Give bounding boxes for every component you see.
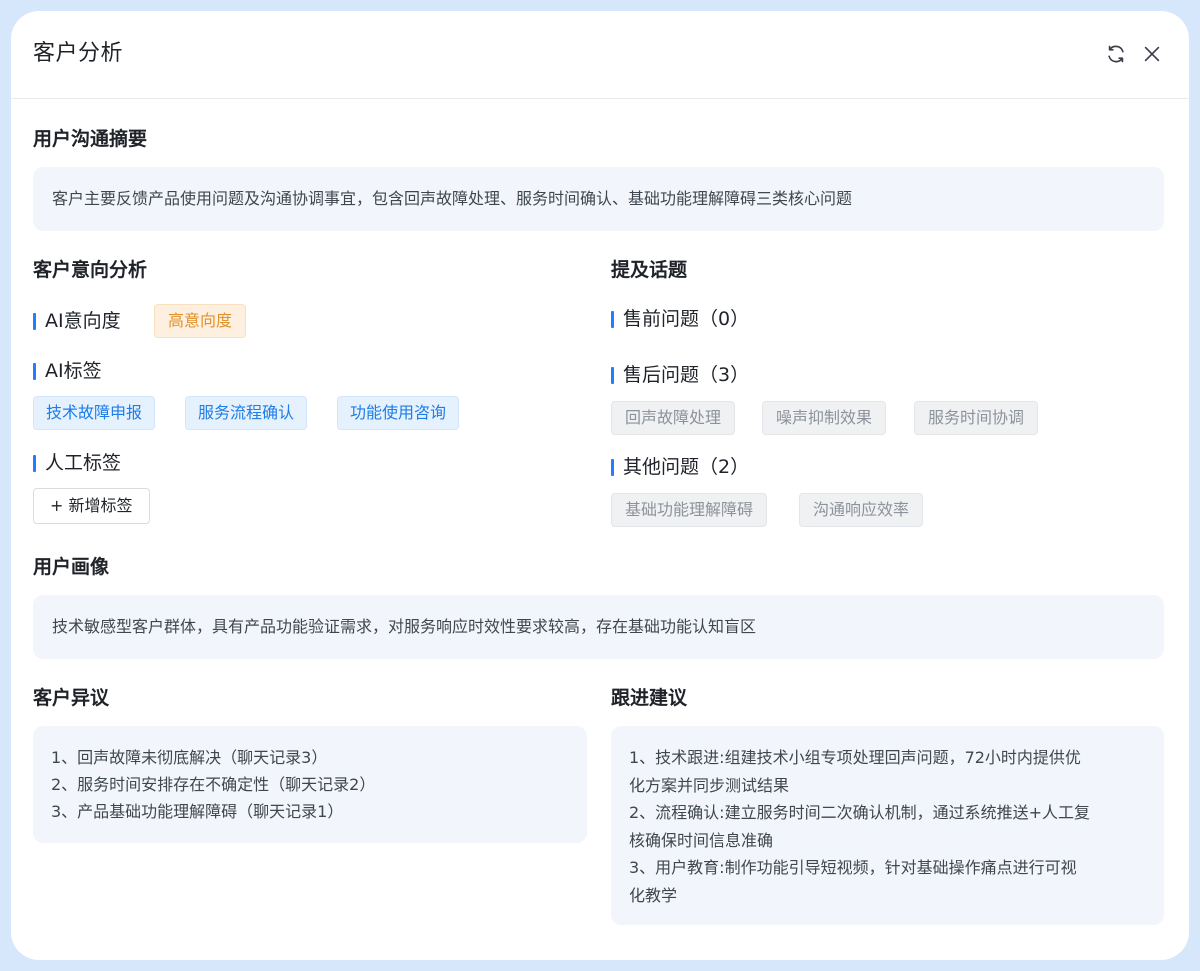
persona-title: 用户画像 bbox=[33, 556, 110, 578]
ai-tag[interactable]: 技术故障申报 bbox=[33, 396, 156, 430]
other-tag: 基础功能理解障碍 bbox=[611, 493, 768, 527]
customer-analysis-panel: 客户分析 用户沟通摘要 客户主要反馈产品使用问题及沟通协调事宜，包含回声故障处理… bbox=[11, 11, 1189, 960]
objection-item: 3、产品基础功能理解障碍（聊天记录1） bbox=[51, 802, 344, 821]
followup-line: 1、技术跟进:组建技术小组专项处理回声问题，72小时内提供优 bbox=[629, 748, 1081, 767]
persona-text: 技术敏感型客户群体，具有产品功能验证需求，对服务响应时效性要求较高，存在基础功能… bbox=[52, 617, 757, 636]
followup-line: 化教学 bbox=[629, 885, 678, 905]
aftersale-tag: 噪声抑制效果 bbox=[762, 401, 887, 435]
followup-line: 3、用户教育:制作功能引导短视频，针对基础操作痛点进行可视 bbox=[629, 858, 1077, 877]
objections-title: 客户异议 bbox=[33, 687, 110, 709]
aftersale-tag: 服务时间协调 bbox=[914, 401, 1039, 435]
topics-title: 提及话题 bbox=[611, 259, 688, 281]
ai-tags-label: AI标签 bbox=[33, 358, 102, 384]
summary-box: 客户主要反馈产品使用问题及沟通协调事宜，包含回声故障处理、服务时间确认、基础功能… bbox=[33, 167, 1164, 231]
objection-item: 1、回声故障未彻底解决（聊天记录3） bbox=[51, 748, 328, 767]
aftersale-label: 售后问题（3） bbox=[611, 362, 749, 388]
summary-text: 客户主要反馈产品使用问题及沟通协调事宜，包含回声故障处理、服务时间确认、基础功能… bbox=[52, 189, 853, 208]
objections-box: 1、回声故障未彻底解决（聊天记录3） 2、服务时间安排存在不确定性（聊天记录2）… bbox=[33, 726, 587, 843]
other-label: 其他问题（2） bbox=[611, 454, 749, 480]
objection-item: 2、服务时间安排存在不确定性（聊天记录2） bbox=[51, 775, 376, 794]
presale-label: 售前问题（0） bbox=[611, 306, 749, 332]
persona-box: 技术敏感型客户群体，具有产品功能验证需求，对服务响应时效性要求较高，存在基础功能… bbox=[33, 595, 1164, 659]
ai-tag[interactable]: 服务流程确认 bbox=[185, 396, 308, 430]
followup-line: 化方案并同步测试结果 bbox=[629, 775, 790, 795]
ai-tag[interactable]: 功能使用咨询 bbox=[337, 396, 460, 430]
followup-title: 跟进建议 bbox=[611, 687, 688, 709]
manual-tags-label: 人工标签 bbox=[33, 450, 121, 476]
add-tag-button[interactable]: + 新增标签 bbox=[33, 488, 150, 524]
panel-title: 客户分析 bbox=[33, 41, 124, 66]
followup-line: 2、流程确认:建立服务时间二次确认机制，通过系统推送+人工复 bbox=[629, 803, 1090, 822]
other-tag: 沟通响应效率 bbox=[799, 493, 924, 527]
followup-line: 核确保时间信息准确 bbox=[629, 830, 774, 850]
followup-box: 1、技术跟进:组建技术小组专项处理回声问题，72小时内提供优 化方案并同步测试结… bbox=[611, 726, 1164, 925]
aftersale-tag: 回声故障处理 bbox=[611, 401, 736, 435]
summary-title: 用户沟通摘要 bbox=[33, 128, 148, 150]
refresh-icon bbox=[1108, 45, 1124, 63]
close-button[interactable] bbox=[1139, 41, 1165, 67]
panel-header: 客户分析 bbox=[11, 11, 1189, 99]
ai-intent-label: AI意向度 bbox=[33, 308, 121, 334]
close-icon bbox=[1144, 46, 1160, 62]
ai-intent-badge: 高意向度 bbox=[154, 304, 247, 338]
refresh-button[interactable] bbox=[1103, 41, 1129, 67]
intent-title: 客户意向分析 bbox=[33, 259, 148, 281]
